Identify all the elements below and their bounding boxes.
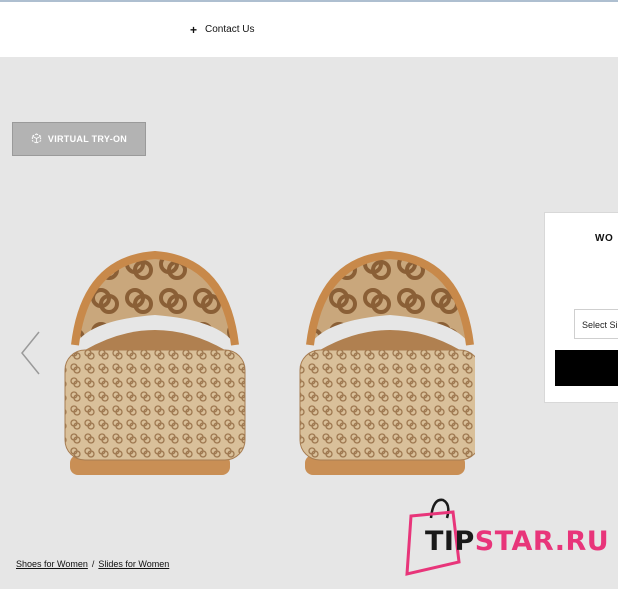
virtual-try-on-button[interactable]: VIRTUAL TRY-ON: [12, 122, 146, 156]
product-image-slides: [64, 250, 475, 475]
product-title: WO: [595, 233, 614, 244]
virtual-try-on-label: VIRTUAL TRY-ON: [47, 134, 128, 144]
breadcrumb: Shoes for Women / Slides for Women: [16, 559, 169, 569]
product-info-panel: WO Select Si: [544, 212, 618, 403]
top-bar: + Contact Us: [0, 0, 618, 57]
breadcrumb-shoes-for-women[interactable]: Shoes for Women: [16, 559, 88, 569]
tipstar-watermark: TIPSTAR.RU: [403, 496, 613, 576]
right-slide: [299, 250, 475, 475]
left-slide: [64, 250, 246, 475]
previous-image-button[interactable]: [18, 330, 44, 376]
chevron-left-icon: [21, 331, 40, 375]
add-to-bag-button[interactable]: [555, 350, 618, 386]
watermark-star: STAR.RU: [474, 526, 610, 557]
breadcrumb-slides-for-women[interactable]: Slides for Women: [98, 559, 169, 569]
contact-us-label: Contact Us: [205, 24, 255, 35]
breadcrumb-separator: /: [91, 559, 95, 569]
plus-icon: +: [190, 22, 198, 37]
size-select[interactable]: Select Si: [574, 309, 618, 339]
watermark-tip: TIP: [425, 526, 475, 557]
contact-us-link[interactable]: + Contact Us: [190, 22, 255, 37]
ar-cube-icon: [31, 132, 42, 146]
watermark-text: TIPSTAR.RU: [425, 526, 609, 557]
